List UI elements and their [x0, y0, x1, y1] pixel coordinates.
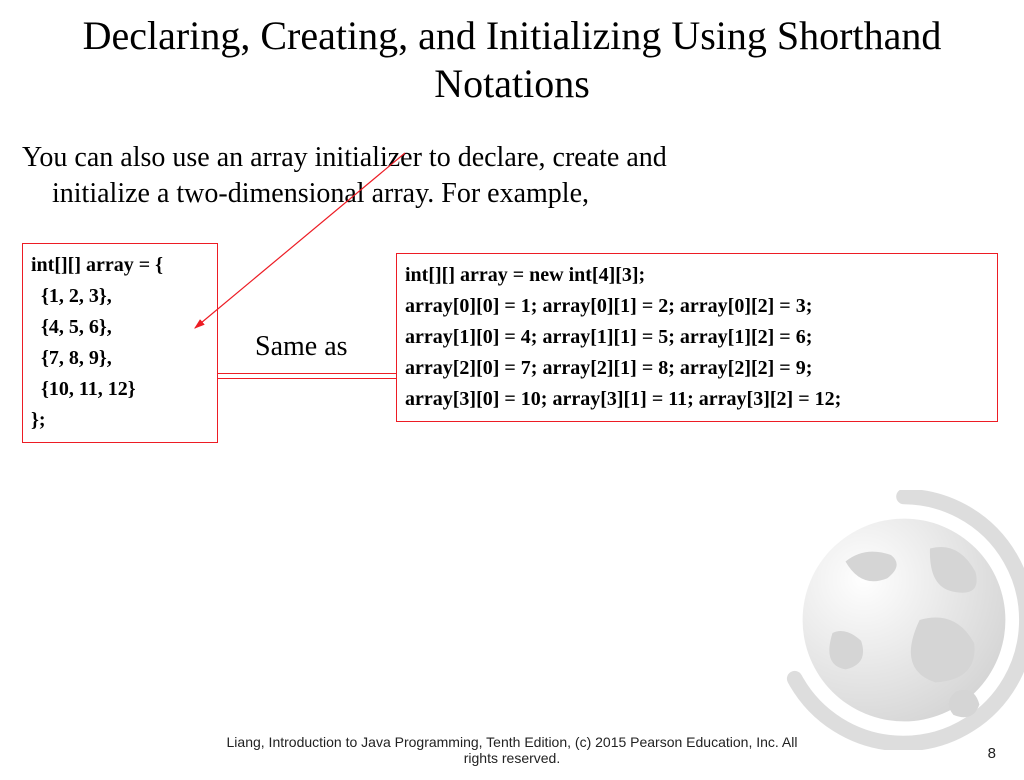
equivalence-connector — [218, 373, 396, 379]
footer-line-2: rights reserved. — [464, 750, 560, 766]
code-line: array[2][0] = 7; array[2][1] = 8; array[… — [405, 353, 989, 384]
same-as-label: Same as — [255, 331, 348, 363]
code-line: {7, 8, 9}, — [31, 343, 209, 374]
code-line: {1, 2, 3}, — [31, 281, 209, 312]
body-paragraph: You can also use an array initializer to… — [22, 140, 1002, 213]
code-line: {10, 11, 12} — [31, 374, 209, 405]
page-number: 8 — [988, 745, 996, 762]
code-line: int[][] array = { — [31, 250, 209, 281]
code-line: {4, 5, 6}, — [31, 312, 209, 343]
code-box-expanded: int[][] array = new int[4][3]; array[0][… — [396, 253, 998, 422]
globe-watermark-icon — [774, 490, 1024, 750]
footer-line-1: Liang, Introduction to Java Programming,… — [227, 734, 798, 750]
code-line: int[][] array = new int[4][3]; — [405, 260, 989, 291]
footer-copyright: Liang, Introduction to Java Programming,… — [0, 734, 1024, 766]
code-line: array[3][0] = 10; array[3][1] = 11; arra… — [405, 384, 989, 415]
slide-title: Declaring, Creating, and Initializing Us… — [0, 12, 1024, 108]
code-line: }; — [31, 405, 209, 436]
code-box-shorthand: int[][] array = { {1, 2, 3}, {4, 5, 6}, … — [22, 243, 218, 443]
body-line-2: initialize a two-dimensional array. For … — [22, 176, 1002, 212]
code-line: array[0][0] = 1; array[0][1] = 2; array[… — [405, 291, 989, 322]
code-line: array[1][0] = 4; array[1][1] = 5; array[… — [405, 322, 989, 353]
body-line-1: You can also use an array initializer to… — [22, 142, 667, 173]
